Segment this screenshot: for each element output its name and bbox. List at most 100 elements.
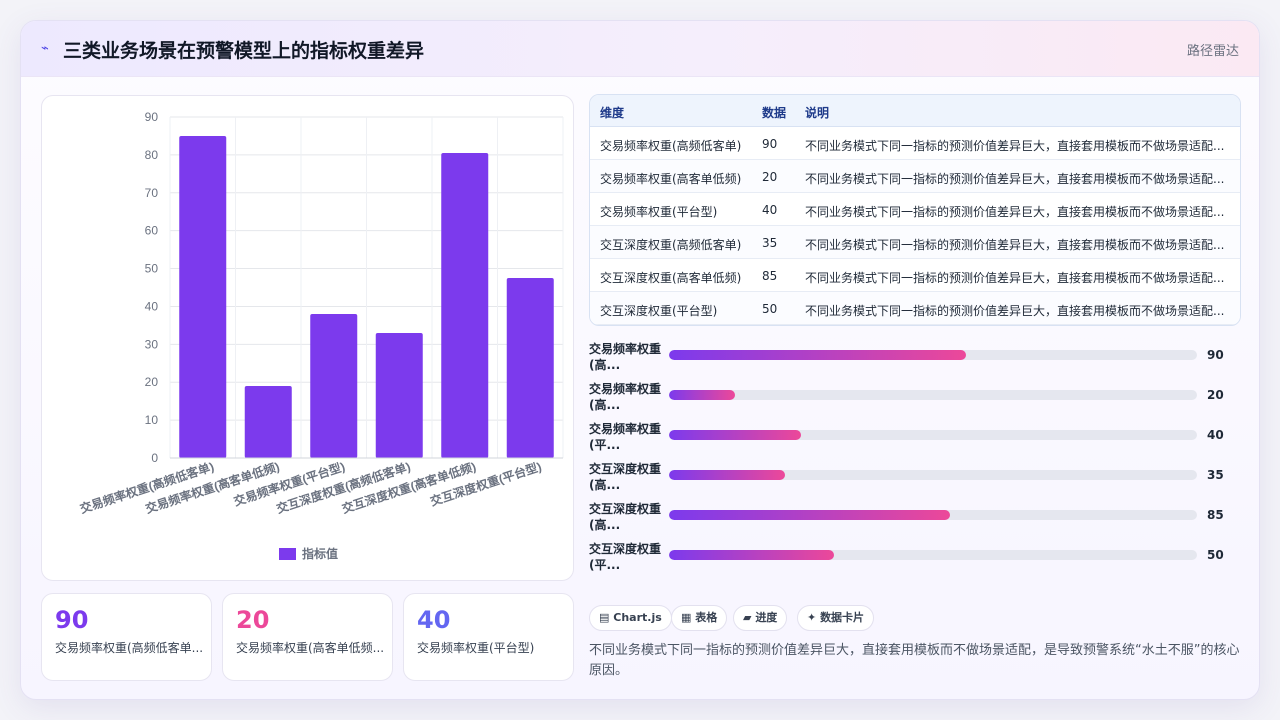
progress-label-line2: (高... xyxy=(589,398,621,412)
stat-card-2: 20 交易频率权重(高客单低频... xyxy=(222,593,393,681)
progress-label: 交易频率权重 (高... xyxy=(589,341,665,373)
progress-value: 85 xyxy=(1207,508,1224,522)
table-icon: ▦ xyxy=(681,611,692,624)
chip-label: 表格 xyxy=(695,611,718,624)
cell-dimension: 交互深度权重(平台型) xyxy=(600,304,718,318)
radar-pulse-icon: ⌁ xyxy=(41,41,49,56)
cell-description: 不同业务模式下同一指标的预测价值差异巨大，直接套用模板而不做场景适配... xyxy=(805,271,1225,285)
legend-label: 指标值 xyxy=(302,546,338,561)
progress-value: 35 xyxy=(1207,468,1224,482)
chip-chartjs[interactable]: ▤ Chart.js xyxy=(589,605,672,631)
progress-fill xyxy=(669,350,966,360)
cell-description: 不同业务模式下同一指标的预测价值差异巨大，直接套用模板而不做场景适配... xyxy=(805,205,1225,219)
progress-fill xyxy=(669,510,950,520)
progress-label-line2: (高... xyxy=(589,358,621,372)
table-row: 交易频率权重(平台型) 40 不同业务模式下同一指标的预测价值差异巨大，直接套用模板… xyxy=(590,193,1240,226)
stat-card-1: 90 交易频率权重(高频低客单... xyxy=(41,593,212,681)
stat-card-3: 40 交易频率权重(平台型) xyxy=(403,593,574,681)
cell-description: 不同业务模式下同一指标的预测价值差异巨大，直接套用模板而不做场景适配... xyxy=(805,172,1225,186)
bar xyxy=(179,135,227,458)
cell-description: 不同业务模式下同一指标的预测价值差异巨大，直接套用模板而不做场景适配... xyxy=(805,139,1225,153)
progress-label-line1: 交易频率权重 xyxy=(589,382,662,396)
y-tick-label: 10 xyxy=(145,413,159,427)
page-title: 三类业务场景在预警模型上的指标权重差异 xyxy=(63,40,425,62)
progress-fill xyxy=(669,470,785,480)
progress-track xyxy=(669,390,1197,400)
chip-progress[interactable]: ▰ 进度 xyxy=(733,605,788,631)
column-header-description: 说明 xyxy=(805,106,830,120)
bar xyxy=(375,332,423,458)
progress-label-line1: 交互深度权重 xyxy=(589,462,662,476)
bar xyxy=(310,314,358,458)
chip-data-cards[interactable]: ✦ 数据卡片 xyxy=(797,605,875,631)
cell-dimension: 交互深度权重(高客单低频) xyxy=(600,271,742,285)
progress-track xyxy=(669,470,1197,480)
chip-table[interactable]: ▦ 表格 xyxy=(671,605,728,631)
progress-label: 交互深度权重 (平... xyxy=(589,541,665,573)
stat-value: 90 xyxy=(55,606,89,634)
progress-item: 交互深度权重 (平... 50 xyxy=(589,539,1241,573)
progress-label-line1: 交互深度权重 xyxy=(589,502,662,516)
progress-label-line2: (高... xyxy=(589,518,621,532)
cell-value: 20 xyxy=(762,170,778,184)
y-tick-label: 0 xyxy=(151,451,158,465)
progress-label: 交易频率权重 (平... xyxy=(589,421,665,453)
y-tick-label: 80 xyxy=(145,148,159,162)
y-tick-label: 40 xyxy=(145,299,159,313)
y-tick-label: 70 xyxy=(145,186,159,200)
stat-value: 40 xyxy=(417,606,451,634)
progress-label-line2: (高... xyxy=(589,478,621,492)
cell-value: 35 xyxy=(762,236,778,250)
progress-fill xyxy=(669,430,801,440)
progress-label-line2: (平... xyxy=(589,558,621,572)
bar-chart: 0102030405060708090交易频率权重(高频低客单)交易频率权重(高… xyxy=(78,110,564,561)
y-tick-label: 90 xyxy=(145,110,159,124)
progress-value: 20 xyxy=(1207,388,1224,402)
cell-value: 50 xyxy=(762,302,778,316)
column-header-value: 数据 xyxy=(762,106,787,120)
cell-dimension: 交互深度权重(高频低客单) xyxy=(600,238,742,252)
progress-label: 交互深度权重 (高... xyxy=(589,461,665,493)
table-row: 交易频率权重(高频低客单) 90 不同业务模式下同一指标的预测价值差异巨大，直接套用… xyxy=(590,127,1240,160)
cell-description: 不同业务模式下同一指标的预测价值差异巨大，直接套用模板而不做场景适配... xyxy=(805,238,1225,252)
table-header: 维度 数据 说明 xyxy=(590,95,1240,127)
progress-value: 90 xyxy=(1207,348,1224,362)
cell-value: 85 xyxy=(762,269,778,283)
progress-item: 交互深度权重 (高... 85 xyxy=(589,499,1241,533)
progress-icon: ▰ xyxy=(743,611,752,624)
x-tick-label: 交互深度权重(平台型) xyxy=(428,459,543,509)
cell-dimension: 交易频率权重(高客单低频) xyxy=(600,172,742,186)
bar xyxy=(506,278,554,458)
bar xyxy=(441,152,489,458)
bar xyxy=(244,386,292,458)
sparkle-icon: ✦ xyxy=(807,611,817,624)
progress-label-line1: 交易频率权重 xyxy=(589,422,662,436)
bar-chart-card: 0 10 20 30 40 50 60 70 80 90 交易频率权重(高频低客单) 交易频率权重(高… xyxy=(41,95,574,581)
progress-fill xyxy=(669,390,735,400)
progress-fill xyxy=(669,550,834,560)
stat-label: 交易频率权重(高客单低频... xyxy=(236,641,385,655)
y-tick-label: 20 xyxy=(145,375,159,389)
progress-track xyxy=(669,350,1197,360)
chip-label: 数据卡片 xyxy=(820,611,865,624)
progress-track xyxy=(669,510,1197,520)
cell-dimension: 交易频率权重(高频低客单) xyxy=(600,139,742,153)
stat-label: 交易频率权重(平台型) xyxy=(417,641,535,655)
cell-description: 不同业务模式下同一指标的预测价值差异巨大，直接套用模板而不做场景适配... xyxy=(805,304,1225,318)
progress-label: 交易频率权重 (高... xyxy=(589,381,665,413)
cell-value: 40 xyxy=(762,203,778,217)
progress-label-line1: 交易频率权重 xyxy=(589,342,662,356)
cell-dimension: 交易频率权重(平台型) xyxy=(600,205,718,219)
cell-value: 90 xyxy=(762,137,778,151)
chart-icon: ▤ xyxy=(599,611,610,624)
stat-label: 交易频率权重(高频低客单... xyxy=(55,641,204,655)
table-row: 交互深度权重(高客单低频) 85 不同业务模式下同一指标的预测价值差异巨大，直接套用… xyxy=(590,259,1240,292)
header-tag: 路径雷达 xyxy=(1186,44,1239,59)
progress-item: 交易频率权重 (高... 90 xyxy=(589,339,1241,373)
header-bar: ⌁ 三类业务场景在预警模型上的指标权重差异 路径雷达 xyxy=(21,21,1259,77)
progress-item: 交互深度权重 (高... 35 xyxy=(589,459,1241,493)
progress-label-line1: 交互深度权重 xyxy=(589,542,662,556)
progress-label: 交互深度权重 (高... xyxy=(589,501,665,533)
y-tick-label: 50 xyxy=(145,262,159,276)
chip-label: Chart.js xyxy=(613,611,662,624)
